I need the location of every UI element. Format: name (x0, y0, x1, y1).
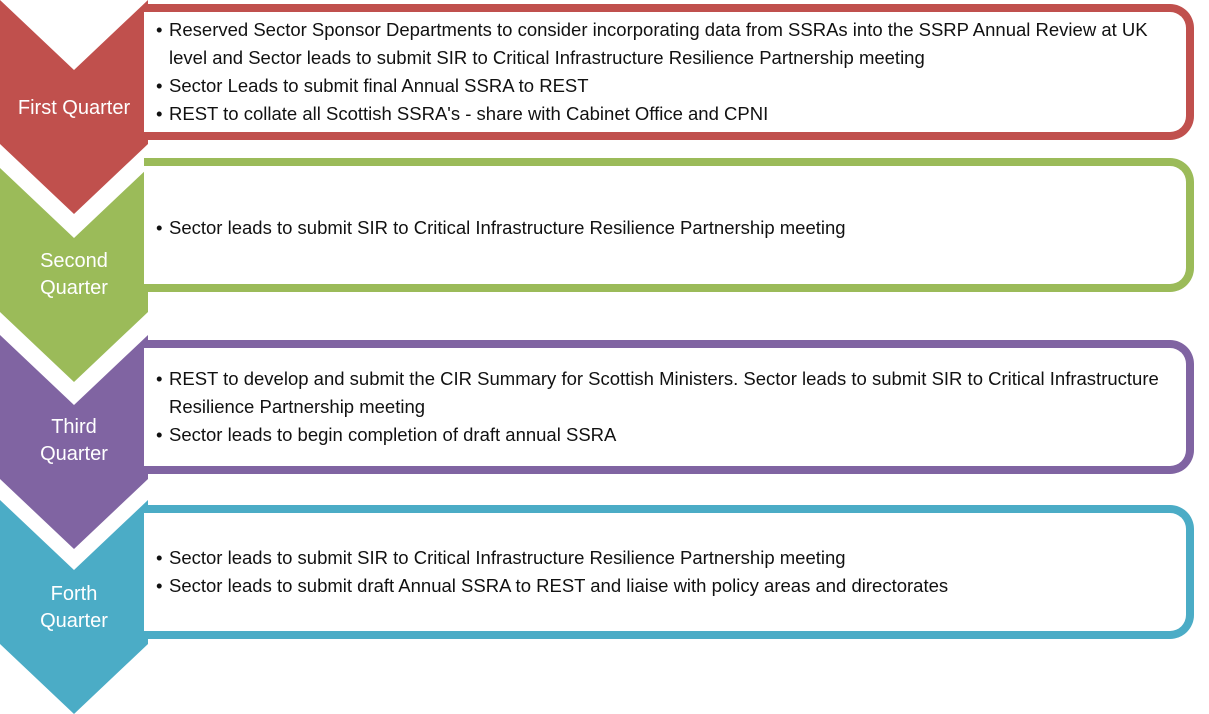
task-item: Sector leads to submit draft Annual SSRA… (156, 572, 1178, 600)
quarter-box-first: Reserved Sector Sponsor Departments to c… (144, 4, 1194, 140)
quarter-label: Forth Quarter (40, 583, 108, 632)
task-item: Sector leads to submit SIR to Critical I… (156, 214, 1178, 242)
quarter-box-second: Sector leads to submit SIR to Critical I… (144, 158, 1194, 292)
task-item: Reserved Sector Sponsor Departments to c… (156, 16, 1178, 72)
task-item: REST to develop and submit the CIR Summa… (156, 365, 1178, 421)
task-item: REST to collate all Scottish SSRA's - sh… (156, 100, 1178, 128)
task-item: Sector leads to begin completion of draf… (156, 421, 1178, 449)
task-item: Sector leads to submit SIR to Critical I… (156, 544, 1178, 572)
quarter-box-fourth: Sector leads to submit SIR to Critical I… (144, 505, 1194, 639)
task-item: Sector Leads to submit final Annual SSRA… (156, 72, 1178, 100)
quarter-label: First Quarter (17, 97, 131, 119)
quarter-label: Second Quarter (40, 250, 108, 299)
quarter-box-third: REST to develop and submit the CIR Summa… (144, 340, 1194, 474)
quarter-label: Third Quarter (40, 416, 108, 465)
